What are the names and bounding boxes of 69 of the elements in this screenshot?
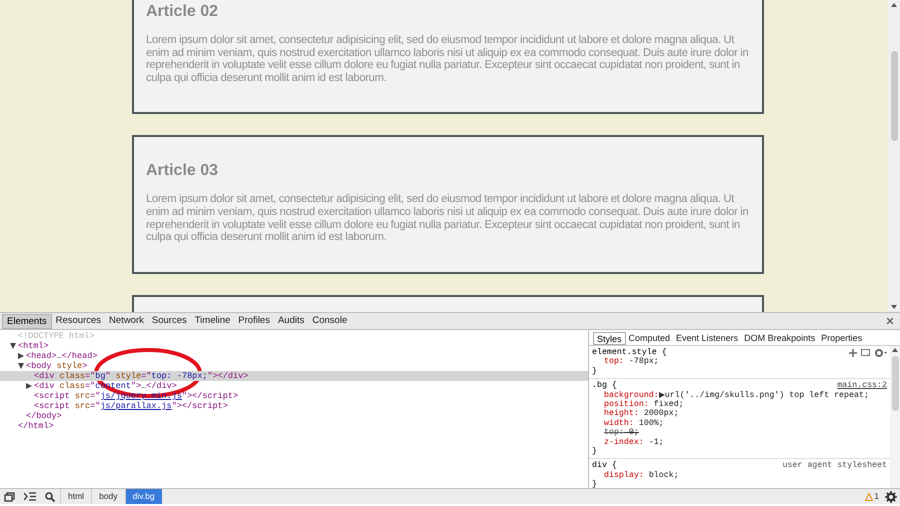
article-title: Article 02 [146,2,220,22]
devtools-tab[interactable]: Console [308,314,352,328]
devtools-tab[interactable]: Audits [274,314,308,328]
css-value[interactable]: -78px; [624,357,659,367]
css-property[interactable]: height: [604,409,639,419]
styles-tab[interactable]: Properties [818,332,866,344]
devtools-tab[interactable]: Timeline [190,314,234,328]
styles-tab[interactable]: Styles [593,332,626,344]
breadcrumb[interactable]: html [60,489,92,504]
styles-tab[interactable]: DOM Breakpoints [741,332,818,344]
css-value[interactable]: -1; [644,438,664,448]
dom-node-line: </body> [26,411,62,421]
css-value[interactable]: 0; [624,428,639,438]
css-property[interactable]: display: [604,470,644,480]
styles-scrollbar[interactable] [890,346,900,488]
css-property[interactable]: top: [604,428,624,438]
closing-brace: } [592,447,598,456]
close-icon[interactable] [887,318,893,324]
scroll-up-icon[interactable] [892,348,898,352]
expand-triangle-icon[interactable] [658,392,665,398]
article-title: Article 03 [146,161,220,182]
styles-tab[interactable]: Event Listeners [673,332,742,344]
article-text: Lorem ipsum dolor sit amet, consectetur adipisicing elit, sed do eiusmod tempor incididunt ut labore et dolore magna aliqua. Ut enim ad minim veniam, quis nostrud exercitation ullamco laboris nisi ut aliquip ex ea commodo consequat. Duis aute irure dolor in reprehenderit in voluptate velit esse cillum dolore eu fugiat nulla pariatur. Excepteur sint occaecat cupidatat non proident, sunt in culpa qui officia deserunt mollit anim id est laborum. [146,193,750,244]
dom-node-line[interactable]: <script src="js/parallax.js"></script> [34,401,228,411]
css-value[interactable]: 100%; [634,418,664,428]
warning-count[interactable]: 1 [874,490,879,503]
collapsed-triangle-icon[interactable] [26,383,32,389]
scroll-up-icon[interactable] [891,3,897,7]
styles-tab[interactable]: Computed [626,332,674,344]
search-icon[interactable] [45,492,55,502]
devtools-tab[interactable]: Sources [148,314,191,328]
css-selector: div { [592,461,617,471]
expanded-triangle-icon[interactable] [18,363,24,369]
article-text: Lorem ipsum dolor sit amet, consectetur adipisicing elit, sed do eiusmod tempor incididunt ut labore et dolore magna aliqua. Ut enim ad minim veniam, quis nostrud exercitation ullamco laboris nisi ut aliquip ex ea commodo consequat. Duis aute irure dolor in reprehenderit in voluptate velit esse cillum dolore eu fugiat nulla pariatur. Excepteur sint occaecat cupidatat non proident, sunt in culpa qui officia deserunt mollit anim id est laborum. [146,34,750,84]
devtools-tab[interactable]: Elements [2,314,52,328]
css-selector: .bg { [592,381,617,391]
console-drawer-icon[interactable] [24,492,36,501]
devtools-tab[interactable]: Network [105,314,148,328]
devtools-tab[interactable]: Profiles [234,314,274,328]
settings-icon[interactable] [875,348,887,357]
css-property[interactable]: background: [604,390,659,400]
scroll-down-icon[interactable] [891,305,897,309]
closing-brace: } [592,366,598,376]
dom-node-line[interactable]: <body style> [26,361,88,371]
source-link[interactable]: main.css:2 [837,381,887,391]
css-selector: element.style { [592,348,667,358]
settings-icon[interactable] [885,490,897,502]
dom-node-line[interactable]: <html> [18,341,49,351]
dock-icon[interactable] [4,492,16,502]
source-label: user agent stylesheet [782,461,887,471]
file-link[interactable]: js/parallax.js [100,401,172,411]
css-property[interactable]: position: [604,400,649,410]
collapsed-triangle-icon[interactable] [18,353,24,359]
css-property[interactable]: width: [604,418,634,428]
dom-node-line: </html> [18,421,54,431]
add-icon[interactable] [849,348,857,357]
devtools-tab[interactable]: Resources [52,314,106,328]
css-value[interactable]: 2000px; [638,409,679,419]
css-property[interactable]: top: [604,357,624,367]
breadcrumb[interactable]: div.bg [124,489,162,504]
css-property[interactable]: z-index: [604,438,644,448]
dom-node-line[interactable]: <head>…</head> [26,351,98,361]
expanded-triangle-icon[interactable] [10,343,16,349]
page-scrollbar[interactable] [888,0,900,312]
css-value[interactable]: block; [644,470,679,480]
closing-brace: } [592,480,598,488]
css-value[interactable]: url('../img/skulls.png') top left repeat; [664,390,869,400]
css-value[interactable]: fixed; [648,400,684,410]
element-state-icon[interactable] [861,348,871,357]
